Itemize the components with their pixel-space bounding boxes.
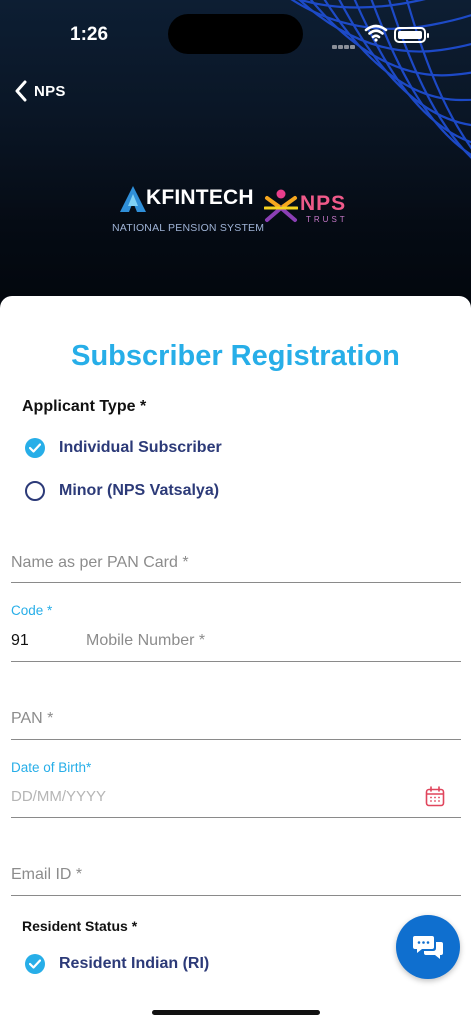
radio-label: Individual Subscriber: [59, 439, 222, 456]
battery-icon: [394, 27, 429, 43]
check-icon: [29, 959, 41, 969]
radio-checked-indicator: [25, 954, 45, 974]
pan-placeholder: PAN *: [11, 710, 54, 727]
mobile-number-field[interactable]: 91 Mobile Number *: [11, 624, 461, 662]
header-banner: 1:26 NPS KFINTECH NATIONAL PENSION SYSTE…: [0, 0, 471, 320]
back-button[interactable]: NPS: [14, 78, 66, 104]
pan-field[interactable]: PAN *: [11, 702, 461, 740]
calendar-icon[interactable]: [425, 786, 445, 807]
radio-label: Resident Indian (RI): [59, 955, 210, 972]
country-code-value[interactable]: 91: [11, 632, 29, 650]
dob-label: Date of Birth*: [11, 760, 92, 775]
radio-minor-nps-vatsalya[interactable]: Minor (NPS Vatsalya): [25, 481, 219, 501]
home-indicator: [152, 1010, 320, 1015]
nps-name: NPS: [300, 192, 347, 215]
name-as-per-pan-field[interactable]: Name as per PAN Card *: [11, 546, 461, 583]
dynamic-island: [168, 14, 303, 54]
nps-trust-logo-mark: [264, 189, 298, 222]
kfintech-logo-mark: [120, 186, 146, 212]
radio-individual-subscriber[interactable]: Individual Subscriber: [25, 438, 222, 458]
chat-support-button[interactable]: [396, 915, 460, 979]
name-field-placeholder: Name as per PAN Card *: [11, 554, 189, 571]
brand-logos: KFINTECH NATIONAL PENSION SYSTEM NPS TRU…: [112, 182, 362, 237]
dob-placeholder: DD/MM/YYYY: [11, 788, 107, 805]
radio-checked-indicator: [25, 438, 45, 458]
kfintech-name: KFINTECH: [146, 186, 254, 209]
radio-label: Minor (NPS Vatsalya): [59, 482, 220, 499]
dob-field[interactable]: DD/MM/YYYY: [11, 780, 461, 818]
page-title: Subscriber Registration: [71, 340, 400, 372]
mobile-number-placeholder: Mobile Number *: [86, 632, 206, 649]
back-label: NPS: [34, 82, 66, 100]
signal-icon: [332, 36, 358, 49]
chevron-left-icon: [15, 80, 27, 102]
email-field[interactable]: Email ID *: [11, 858, 461, 896]
kfintech-tagline: NATIONAL PENSION SYSTEM: [112, 222, 265, 234]
wifi-icon: [364, 24, 388, 42]
radio-unchecked-indicator: [25, 481, 45, 501]
code-label: Code *: [11, 603, 53, 618]
check-icon: [29, 443, 41, 453]
status-time: 1:26: [70, 24, 109, 45]
chat-icon: [413, 936, 443, 959]
status-bar: 1:26: [0, 0, 471, 70]
resident-status-label: Resident Status *: [22, 918, 138, 934]
applicant-type-label: Applicant Type *: [22, 398, 147, 415]
radio-resident-indian[interactable]: Resident Indian (RI): [25, 954, 209, 974]
nps-trust-label: TRUST: [306, 215, 348, 224]
registration-card: Subscriber Registration Applicant Type *…: [0, 296, 471, 1024]
email-placeholder: Email ID *: [11, 866, 83, 883]
